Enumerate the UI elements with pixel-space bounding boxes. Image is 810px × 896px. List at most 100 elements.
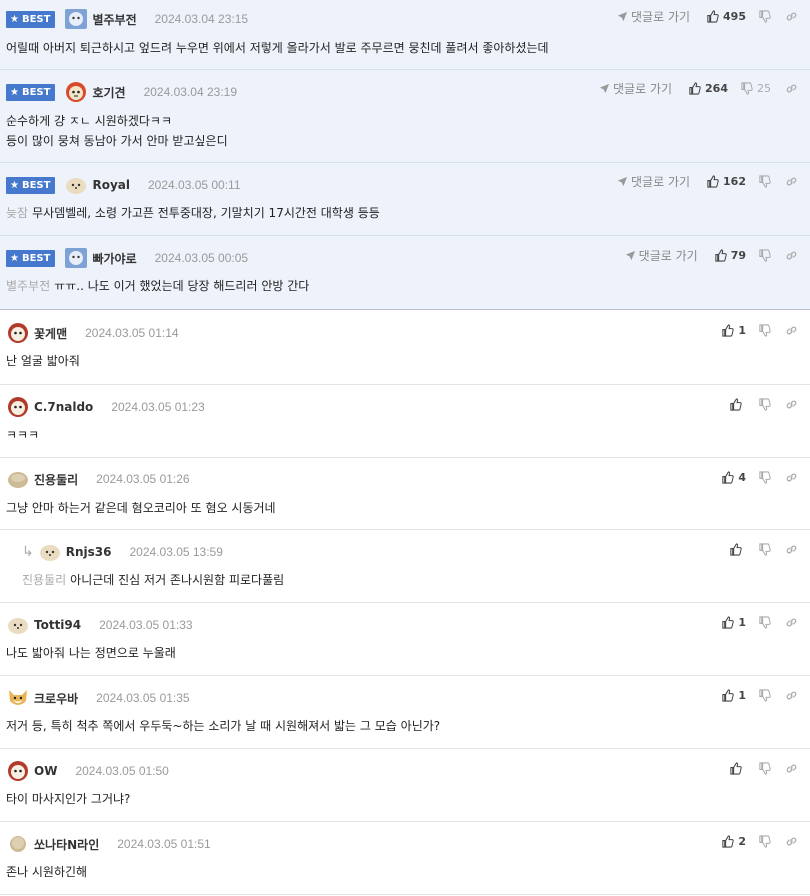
reply-arrow-icon: ↳	[22, 544, 34, 560]
link-button[interactable]	[785, 82, 798, 95]
dislike-button[interactable]	[758, 323, 771, 337]
link-button[interactable]	[785, 471, 798, 484]
like-button[interactable]: 264	[688, 82, 728, 95]
comment: Totti94 2024.03.05 01:33 1 나도 밟아줘 나는 정면으…	[0, 603, 810, 676]
like-button[interactable]: 2	[721, 835, 746, 848]
avatar[interactable]	[64, 247, 88, 269]
like-button[interactable]: 79	[714, 249, 746, 262]
reply-target-tag[interactable]: 늦잠	[6, 206, 28, 220]
like-button[interactable]: 162	[706, 175, 746, 188]
avatar[interactable]	[64, 174, 88, 196]
avatar[interactable]	[64, 81, 88, 103]
goto-comment-link[interactable]: 댓글로 가기	[617, 173, 690, 190]
thumbs-up-icon	[722, 688, 735, 702]
thumbs-down-icon	[759, 248, 771, 262]
link-button[interactable]	[785, 175, 798, 188]
like-button[interactable]	[729, 761, 746, 775]
nickname[interactable]: 쏘나타N라인	[34, 836, 99, 853]
nickname[interactable]: 진용둘리	[34, 471, 78, 488]
comment-header: ★ BEST 호기견 2024.03.04 23:19	[6, 81, 237, 103]
dislike-button[interactable]	[758, 615, 771, 629]
dislike-button[interactable]	[758, 9, 771, 23]
nickname[interactable]: 빠가야로	[92, 250, 136, 267]
thumbs-down-icon	[759, 761, 771, 775]
link-icon	[786, 545, 797, 553]
avatar[interactable]	[6, 833, 30, 855]
like-button[interactable]: 1	[721, 324, 746, 337]
nickname[interactable]: Totti94	[34, 618, 81, 632]
best-badge: ★ BEST	[6, 176, 56, 194]
nickname[interactable]: Royal	[92, 178, 130, 192]
nickname[interactable]: 꽃게맨	[34, 325, 67, 342]
like-button[interactable]: 4	[721, 471, 746, 484]
link-button[interactable]	[785, 10, 798, 23]
dislike-button[interactable]: 25	[740, 82, 771, 95]
link-button[interactable]	[785, 616, 798, 629]
nickname[interactable]: 크로우바	[34, 690, 78, 707]
dislike-button[interactable]	[758, 761, 771, 775]
comment-date: 2024.03.05 01:35	[96, 691, 190, 705]
like-button[interactable]: 495	[706, 10, 746, 23]
avatar[interactable]	[6, 687, 30, 709]
dislike-button[interactable]	[758, 834, 771, 848]
nickname[interactable]: 호기견	[92, 84, 125, 101]
comment-date: 2024.03.05 00:11	[147, 178, 241, 192]
comment-header: Totti94 2024.03.05 01:33	[6, 614, 193, 636]
comment-header: 진용둘리 2024.03.05 01:26	[6, 468, 190, 490]
comment-actions	[729, 394, 810, 414]
dislike-button[interactable]	[758, 248, 771, 262]
comment-body: 진용둘리 아니근데 진심 저거 존나시원함 피로다풀림	[22, 573, 285, 587]
comment-header: ★ BEST 별주부전 2024.03.04 23:15	[6, 8, 248, 30]
link-button[interactable]	[785, 249, 798, 262]
send-arrow-icon	[625, 250, 635, 260]
dislike-button[interactable]	[758, 174, 771, 188]
comment-date: 2024.03.05 01:51	[117, 837, 211, 851]
dislike-button[interactable]	[758, 688, 771, 702]
like-button[interactable]	[729, 397, 746, 411]
dislike-button[interactable]	[758, 470, 771, 484]
comment-date: 2024.03.05 01:33	[99, 618, 193, 632]
comment-header: ↳ Rnjs36 2024.03.05 13:59	[22, 541, 223, 563]
avatar[interactable]	[6, 396, 30, 418]
avatar[interactable]	[6, 760, 30, 782]
star-icon: ★	[10, 179, 19, 191]
dislike-button[interactable]	[758, 397, 771, 411]
avatar[interactable]	[6, 468, 30, 490]
goto-comment-link[interactable]: 댓글로 가기	[625, 247, 698, 264]
comment-date: 2024.03.04 23:15	[154, 12, 249, 26]
nickname[interactable]: OW	[34, 764, 57, 778]
reply-target-tag[interactable]: 별주부전	[6, 279, 50, 293]
goto-comment-link[interactable]: 댓글로 가기	[617, 8, 690, 25]
thumbs-up-icon	[722, 323, 735, 337]
comment-header: C.7naldo 2024.03.05 01:23	[6, 396, 205, 418]
goto-comment-link[interactable]: 댓글로 가기	[599, 80, 672, 97]
link-button[interactable]	[785, 324, 798, 337]
nickname[interactable]: C.7naldo	[34, 400, 93, 414]
comment: 꽃게맨 2024.03.05 01:14 1 난 얼굴 밟아줘	[0, 311, 810, 385]
link-icon	[786, 84, 797, 92]
link-icon	[786, 764, 797, 772]
like-button[interactable]	[729, 542, 746, 556]
dislike-button[interactable]	[758, 542, 771, 556]
comment-header: 크로우바 2024.03.05 01:35	[6, 687, 190, 709]
avatar[interactable]	[6, 614, 30, 636]
link-button[interactable]	[785, 762, 798, 775]
like-button[interactable]: 1	[721, 689, 746, 702]
like-button[interactable]: 1	[721, 616, 746, 629]
link-button[interactable]	[785, 689, 798, 702]
best-badge: ★ BEST	[6, 249, 56, 267]
avatar[interactable]	[64, 8, 88, 30]
link-button[interactable]	[785, 543, 798, 556]
comment-date: 2024.03.05 01:50	[75, 764, 169, 778]
nickname[interactable]: Rnjs36	[66, 545, 112, 559]
link-button[interactable]	[785, 835, 798, 848]
avatar[interactable]	[6, 322, 30, 344]
avatar[interactable]	[38, 541, 62, 563]
comment-body: 순수하게 걍 ㅈㄴ 시원하겠다ㅋㅋ 등이 많이 뭉쳐 동남아 가서 안마 받고싶…	[6, 114, 228, 148]
link-button[interactable]	[785, 398, 798, 411]
comment-body: 늦잠 무사뎀벨레, 소령 가고픈 전투중대장, 기말치기 17시간전 대학생 등등	[6, 206, 380, 220]
nickname[interactable]: 별주부전	[92, 11, 136, 28]
link-icon	[786, 837, 797, 845]
link-icon	[786, 326, 797, 334]
reply-target-tag[interactable]: 진용둘리	[22, 573, 66, 587]
